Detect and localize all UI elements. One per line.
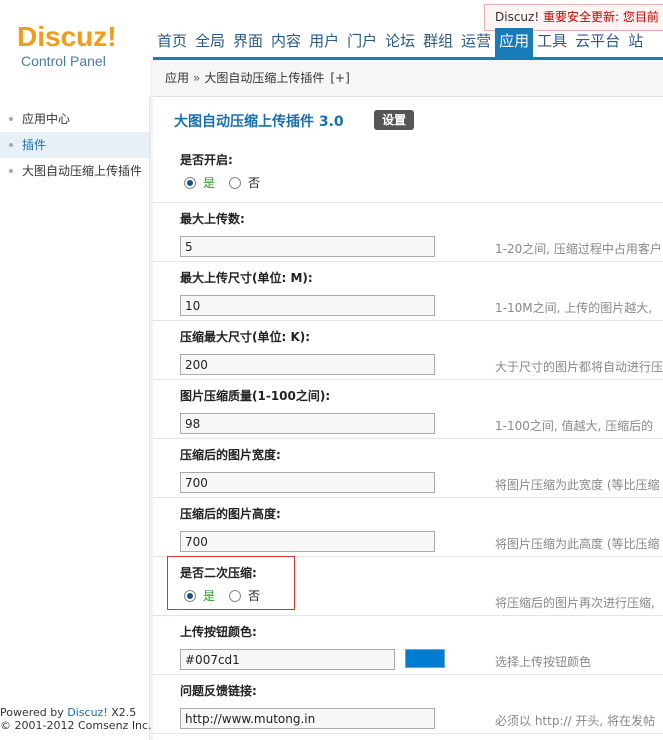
- nav-item-interface[interactable]: 界面: [229, 28, 267, 58]
- sidebar-item-app-center[interactable]: 应用中心: [0, 106, 149, 132]
- sidebar: 应用中心 插件 大图自动压缩上传插件 Powered by Discuz! X2…: [0, 97, 152, 740]
- enable-no-radio[interactable]: 否: [229, 174, 260, 191]
- color-picker-swatch[interactable]: [405, 649, 445, 668]
- setting-label: 问题反馈链接:: [180, 684, 257, 698]
- setting-hint: 将压缩后的图片再次进行压缩,: [495, 596, 655, 610]
- setting-hint: 1-10M之间, 上传的图片越大,: [495, 301, 653, 315]
- logo-brand: Discuz!: [17, 21, 117, 52]
- setting-label: 是否开启:: [180, 153, 233, 167]
- radio-unchecked-icon: [229, 176, 242, 189]
- nav-item-global[interactable]: 全局: [191, 28, 229, 58]
- main-nav: 首页 全局 界面 内容 用户 门户 论坛 群组 运营 应用 工具 云平台 站: [153, 28, 647, 58]
- breadcrumb-separator: »: [193, 71, 201, 85]
- copyright: © 2001-2012 Comsenz Inc.: [0, 719, 152, 732]
- setting-label: 图片压缩质量(1-100之间):: [180, 389, 331, 403]
- nav-item-apps[interactable]: 应用: [495, 28, 534, 58]
- breadcrumb-current: 大图自动压缩上传插件: [204, 71, 325, 85]
- nav-item-station[interactable]: 站: [624, 28, 647, 58]
- nav-item-content[interactable]: 内容: [267, 28, 305, 58]
- width-input[interactable]: [180, 472, 435, 493]
- setting-label: 上传按钮颜色:: [180, 625, 257, 639]
- setting-label: 最大上传数:: [180, 212, 245, 226]
- setting-enable: 是否开启: 是 否: [153, 144, 663, 203]
- height-input[interactable]: [180, 531, 435, 552]
- setting-label: 最大上传尺寸(单位: M):: [180, 271, 313, 285]
- setting-hint: 1-100之间, 值越大, 压缩后的: [495, 419, 654, 433]
- sidebar-item-plugins[interactable]: 插件: [0, 132, 149, 158]
- max-compress-input[interactable]: [180, 354, 435, 375]
- logo-subtitle: Control Panel: [21, 53, 106, 69]
- settings-button[interactable]: 设置: [374, 110, 414, 130]
- setting-button-color: 上传按钮颜色: 选择上传按钮颜色: [153, 616, 663, 675]
- logo[interactable]: Discuz! Control Panel: [17, 21, 117, 70]
- enable-radio-group: 是 否: [184, 174, 274, 191]
- add-favorite-button[interactable]: [+]: [330, 71, 349, 85]
- nav-item-cloud[interactable]: 云平台: [571, 28, 624, 58]
- setting-hint: 将图片压缩为此高度 (等比压缩: [495, 537, 660, 551]
- breadcrumb: 应用 » 大图自动压缩上传插件 [+]: [153, 60, 663, 97]
- nav-item-operations[interactable]: 运营: [457, 28, 495, 58]
- breadcrumb-root[interactable]: 应用: [165, 71, 189, 85]
- nav-item-forum[interactable]: 论坛: [381, 28, 419, 58]
- quality-input[interactable]: [180, 413, 435, 434]
- highlight-box: [167, 556, 295, 610]
- setting-max-size: 最大上传尺寸(单位: M): 1-10M之间, 上传的图片越大,: [153, 262, 663, 321]
- header: Discuz! Control Panel Discuz! 重要安全更新: 您目…: [0, 0, 663, 97]
- setting-label: 压缩后的图片高度:: [180, 507, 281, 521]
- setting-hint: 选择上传按钮颜色: [495, 655, 592, 669]
- feedback-link-input[interactable]: [180, 708, 435, 729]
- setting-label: 压缩最大尺寸(单位: K):: [180, 330, 311, 344]
- powered-by: Powered by Discuz! X2.5 © 2001-2012 Coms…: [0, 706, 152, 732]
- setting-feedback-link: 问题反馈链接: 必须以 http:// 开头, 将在发帖: [153, 675, 663, 734]
- nav-item-tools[interactable]: 工具: [533, 28, 571, 58]
- max-size-input[interactable]: [180, 295, 435, 316]
- security-notice[interactable]: Discuz! 重要安全更新: 您目前: [484, 4, 663, 31]
- max-upload-input[interactable]: [180, 236, 435, 257]
- setting-max-upload: 最大上传数: 1-20之间, 压缩过程中占用客户: [153, 203, 663, 262]
- setting-quality: 图片压缩质量(1-100之间): 1-100之间, 值越大, 压缩后的: [153, 380, 663, 439]
- button-color-input[interactable]: [180, 649, 395, 670]
- setting-width: 压缩后的图片宽度: 将图片压缩为此宽度 (等比压缩: [153, 439, 663, 498]
- setting-height: 压缩后的图片高度: 将图片压缩为此高度 (等比压缩: [153, 498, 663, 557]
- nav-item-groups[interactable]: 群组: [419, 28, 457, 58]
- setting-hint: 将图片压缩为此宽度 (等比压缩: [495, 478, 660, 492]
- nav-item-users[interactable]: 用户: [305, 28, 343, 58]
- nav-item-home[interactable]: 首页: [153, 28, 191, 58]
- enable-yes-radio[interactable]: 是: [184, 174, 215, 191]
- sidebar-item-compress-plugin[interactable]: 大图自动压缩上传插件: [0, 158, 149, 184]
- radio-checked-icon: [184, 176, 196, 189]
- setting-hint: 大于尺寸的图片都将自动进行压: [495, 360, 663, 374]
- setting-hint: 1-20之间, 压缩过程中占用客户: [495, 242, 662, 256]
- page-title: 大图自动压缩上传插件 3.0: [174, 114, 344, 130]
- setting-max-compress: 压缩最大尺寸(单位: K): 大于尺寸的图片都将自动进行压: [153, 321, 663, 380]
- main-content: 大图自动压缩上传插件 3.0 设置 是否开启: 是 否 最大上传数: 1-20之…: [153, 97, 663, 740]
- setting-label: 压缩后的图片宽度:: [180, 448, 281, 462]
- nav-item-portal[interactable]: 门户: [343, 28, 381, 58]
- setting-hint: 必须以 http:// 开头, 将在发帖: [495, 714, 656, 728]
